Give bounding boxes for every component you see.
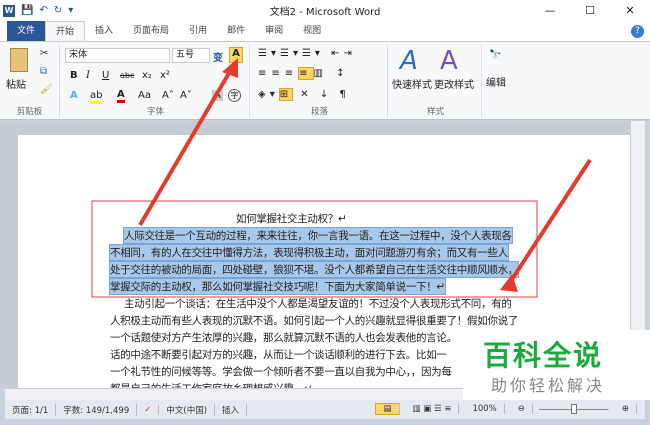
- print-layout-icon[interactable]: ▤: [375, 403, 400, 415]
- zoom-in-button[interactable]: ⊕: [615, 404, 637, 414]
- arrow-head: [222, 58, 238, 78]
- proofing-icon[interactable]: ✓: [137, 404, 160, 415]
- zoom-level[interactable]: 100%: [465, 404, 505, 414]
- watermark-main: 百科全说: [483, 339, 604, 372]
- watermark: 百科全说 助你轻松解决: [463, 330, 650, 400]
- red-highlight-box: [91, 200, 538, 298]
- view-icons[interactable]: ▥ ▣ ☰ ≡: [406, 404, 460, 414]
- zoom-out-button[interactable]: ⊖: [511, 404, 533, 414]
- language[interactable]: 中文(中国): [159, 403, 216, 416]
- status-bar: 页面: 1/1 字数: 149/1,499 ✓ 中文(中国) 插入 ▤ ▥ ▣ …: [5, 400, 645, 419]
- watermark-sub: 助你轻松解决: [491, 376, 606, 395]
- red-arrow-right: [503, 158, 592, 292]
- word-count[interactable]: 字数: 149/1,499: [56, 403, 138, 416]
- zoom-slider[interactable]: [538, 403, 609, 414]
- insert-mode[interactable]: 插入: [215, 403, 248, 416]
- page-count[interactable]: 页面: 1/1: [5, 403, 57, 416]
